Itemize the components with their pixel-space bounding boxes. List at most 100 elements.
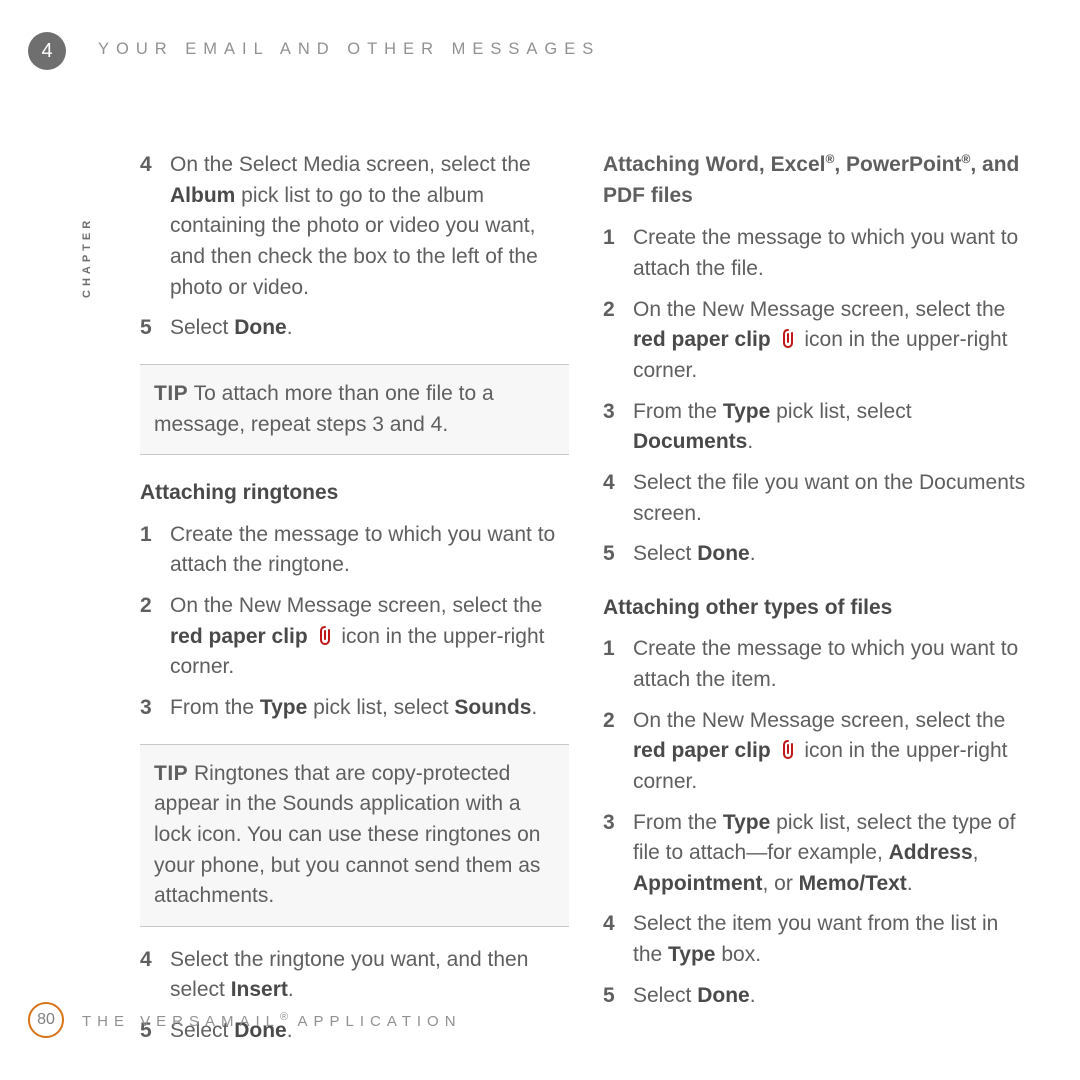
list-item: 5 Select Done. <box>603 539 1032 570</box>
chapter-number-badge: 4 <box>28 32 66 70</box>
list-item: 5 Select Done. <box>603 981 1032 1012</box>
page-header: YOUR EMAIL AND OTHER MESSAGES <box>98 40 600 59</box>
step-number: 2 <box>603 295 633 387</box>
list-item: 2 On the New Message screen, select the … <box>603 295 1032 387</box>
step-number: 3 <box>603 397 633 458</box>
step-number: 1 <box>140 520 170 581</box>
tip-box: TIP To attach more than one file to a me… <box>140 364 569 455</box>
footer-text: THE VERSAMAIL <box>82 1013 280 1030</box>
step-number: 2 <box>603 706 633 798</box>
bold-term: red paper clip <box>633 328 777 351</box>
list-item: 3 From the Type pick list, select the ty… <box>603 808 1032 900</box>
step-number: 3 <box>140 693 170 724</box>
body-text: Select <box>633 542 697 565</box>
bold-term: Done <box>697 542 750 565</box>
bold-term: Type <box>668 943 715 966</box>
bold-term: Address <box>889 841 973 864</box>
tip-box: TIP Ringtones that are copy-protected ap… <box>140 744 569 927</box>
body-text: On the New Message screen, select the <box>633 709 1005 732</box>
bold-term: Sounds <box>454 696 531 719</box>
body-text: From the <box>170 696 260 719</box>
tip-label: TIP <box>154 762 188 785</box>
bold-term: Insert <box>231 978 288 1001</box>
step-number: 4 <box>140 150 170 303</box>
body-text: Create the message to which you want to … <box>170 520 569 581</box>
body-text: . <box>750 542 756 565</box>
body-text: pick list, select <box>307 696 454 719</box>
list-item: 4 Select the ringtone you want, and then… <box>140 945 569 1006</box>
left-column: 4 On the Select Media screen, select the… <box>140 150 569 1057</box>
bold-term: Type <box>723 400 770 423</box>
body-text: box. <box>716 943 762 966</box>
bold-term: Appointment <box>633 872 762 895</box>
bold-term: Done <box>234 316 287 339</box>
tip-text: Ringtones that are copy-protected appear… <box>154 762 540 908</box>
list-item: 3 From the Type pick list, select Docume… <box>603 397 1032 458</box>
body-text: Select <box>633 984 697 1007</box>
list-item: 4 Select the file you want on the Docume… <box>603 468 1032 529</box>
body-text: On the New Message screen, select the <box>633 298 1005 321</box>
list-item: 2 On the New Message screen, select the … <box>140 591 569 683</box>
body-text: Select <box>170 316 234 339</box>
body-text: . <box>747 430 753 453</box>
list-item: 1 Create the message to which you want t… <box>603 223 1032 284</box>
body-text: pick list, select <box>770 400 911 423</box>
step-number: 5 <box>603 981 633 1012</box>
registered-mark: ® <box>280 1011 288 1023</box>
step-number: 3 <box>603 808 633 900</box>
list-item: 3 From the Type pick list, select Sounds… <box>140 693 569 724</box>
section-heading: Attaching Word, Excel®, PowerPoint®, and… <box>603 150 1032 211</box>
list-item: 1 Create the message to which you want t… <box>603 634 1032 695</box>
body-text: From the <box>633 811 723 834</box>
paperclip-icon <box>779 327 797 349</box>
body-text: . <box>287 316 293 339</box>
step-number: 1 <box>603 223 633 284</box>
body-text: . <box>907 872 913 895</box>
list-item: 1 Create the message to which you want t… <box>140 520 569 581</box>
body-text: Create the message to which you want to … <box>633 223 1032 284</box>
list-item: 2 On the New Message screen, select the … <box>603 706 1032 798</box>
body-text: . <box>531 696 537 719</box>
paperclip-icon <box>316 624 334 646</box>
tip-label: TIP <box>154 382 188 405</box>
footer-app-name: THE VERSAMAIL® APPLICATION <box>82 1011 462 1030</box>
step-number: 1 <box>603 634 633 695</box>
bold-term: Memo/Text <box>799 872 907 895</box>
bold-term: Done <box>697 984 750 1007</box>
tip-text: To attach more than one file to a messag… <box>154 382 494 436</box>
heading-part: , PowerPoint <box>834 153 961 176</box>
step-number: 4 <box>603 909 633 970</box>
heading-part: Attaching Word, Excel <box>603 153 825 176</box>
bold-term: red paper clip <box>170 625 314 648</box>
footer-text: APPLICATION <box>288 1013 461 1030</box>
list-item: 4 Select the item you want from the list… <box>603 909 1032 970</box>
section-heading: Attaching ringtones <box>140 479 569 507</box>
bold-term: Documents <box>633 430 747 453</box>
paperclip-icon <box>779 738 797 760</box>
body-text: . <box>288 978 294 1001</box>
step-number: 4 <box>603 468 633 529</box>
step-number: 5 <box>603 539 633 570</box>
body-text: , <box>973 841 979 864</box>
bold-term: Type <box>723 811 770 834</box>
body-text: Select the ringtone you want, and then s… <box>170 948 528 1002</box>
page-number-badge: 80 <box>28 1002 64 1038</box>
step-number: 2 <box>140 591 170 683</box>
body-text: On the New Message screen, select the <box>170 594 542 617</box>
step-number: 5 <box>140 313 170 344</box>
step-number: 4 <box>140 945 170 1006</box>
list-item: 4 On the Select Media screen, select the… <box>140 150 569 303</box>
right-column: Attaching Word, Excel®, PowerPoint®, and… <box>603 150 1032 1057</box>
bold-term: Type <box>260 696 307 719</box>
body-text: , or <box>762 872 798 895</box>
chapter-label-vertical: CHAPTER <box>81 217 93 298</box>
body-text: From the <box>633 400 723 423</box>
registered-mark: ® <box>825 152 834 166</box>
bold-term: red paper clip <box>633 739 777 762</box>
bold-term: Album <box>170 184 235 207</box>
body-text: On the Select Media screen, select the <box>170 153 531 176</box>
body-text: Select the file you want on the Document… <box>633 468 1032 529</box>
body-text: Create the message to which you want to … <box>633 634 1032 695</box>
section-heading: Attaching other types of files <box>603 594 1032 622</box>
body-text: . <box>750 984 756 1007</box>
